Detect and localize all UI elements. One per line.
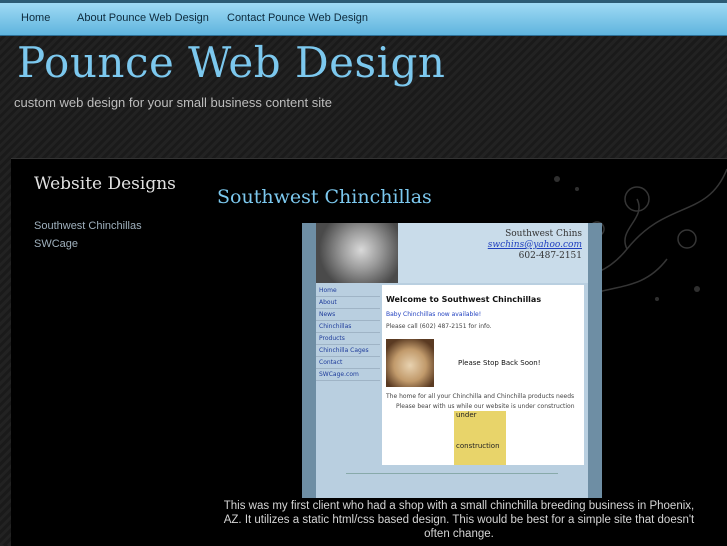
site-title[interactable]: Pounce Web Design	[17, 42, 445, 84]
page-title: Southwest Chinchillas	[217, 186, 432, 208]
top-navigation: Home About Pounce Web Design Contact Pou…	[0, 0, 727, 36]
screenshot-nav-item: Chinchilla Cages	[316, 345, 380, 357]
screenshot-line: Please call (602) 487-2151 for info.	[386, 323, 492, 330]
screenshot-line: Baby Chinchillas now available!	[386, 311, 482, 318]
screenshot-brand-name: Southwest Chins	[505, 229, 582, 239]
nav-about-link[interactable]: About Pounce Web Design	[77, 12, 209, 24]
screenshot-page: Southwest Chins swchins@yahoo.com 602-48…	[316, 223, 588, 498]
sidebar-heading: Website Designs	[34, 174, 176, 194]
screenshot-nav: Home About News Chinchillas Products Chi…	[316, 285, 380, 465]
screenshot-line: The home for all your Chinchilla and Chi…	[386, 393, 575, 400]
screenshot-line: Please bear with us while our website is…	[396, 403, 575, 410]
screenshot-footer	[316, 467, 588, 498]
screenshot-nav-item: SWCage.com	[316, 369, 380, 381]
website-screenshot[interactable]: Southwest Chins swchins@yahoo.com 602-48…	[302, 223, 602, 498]
nav-contact-link[interactable]: Contact Pounce Web Design	[227, 12, 368, 24]
screenshot-nav-item: Contact	[316, 357, 380, 369]
screenshot-welcome: Welcome to Southwest Chinchillas	[386, 295, 542, 304]
nav-home-link[interactable]: Home	[21, 12, 50, 24]
under-construction-sign: under construction	[454, 411, 506, 465]
screenshot-main: Welcome to Southwest Chinchillas Baby Ch…	[382, 285, 584, 465]
screenshot-back-soon: Please Stop Back Soon!	[458, 359, 541, 367]
hamster-photo	[386, 339, 434, 387]
screenshot-phone: 602-487-2151	[518, 251, 582, 261]
project-description: This was my first client who had a shop …	[223, 500, 695, 540]
screenshot-nav-item: Chinchillas	[316, 321, 380, 333]
sidebar-link-swcage[interactable]: SWCage	[34, 238, 78, 250]
screenshot-email: swchins@yahoo.com	[487, 240, 582, 250]
screenshot-brand: Southwest Chins swchins@yahoo.com 602-48…	[488, 229, 582, 262]
site-tagline: custom web design for your small busines…	[14, 95, 332, 110]
construction-label: construction	[456, 442, 500, 450]
sidebar-link-southwest-chinchillas[interactable]: Southwest Chinchillas	[34, 220, 142, 232]
content-area: Website Designs Southwest Chinchillas SW…	[11, 158, 727, 546]
chinchilla-photo	[316, 223, 398, 283]
screenshot-nav-item: About	[316, 297, 380, 309]
screenshot-banner: Southwest Chins swchins@yahoo.com 602-48…	[316, 223, 588, 283]
screenshot-nav-item: Products	[316, 333, 380, 345]
under-label: under	[456, 411, 477, 419]
screenshot-nav-item: Home	[316, 285, 380, 297]
screenshot-nav-item: News	[316, 309, 380, 321]
